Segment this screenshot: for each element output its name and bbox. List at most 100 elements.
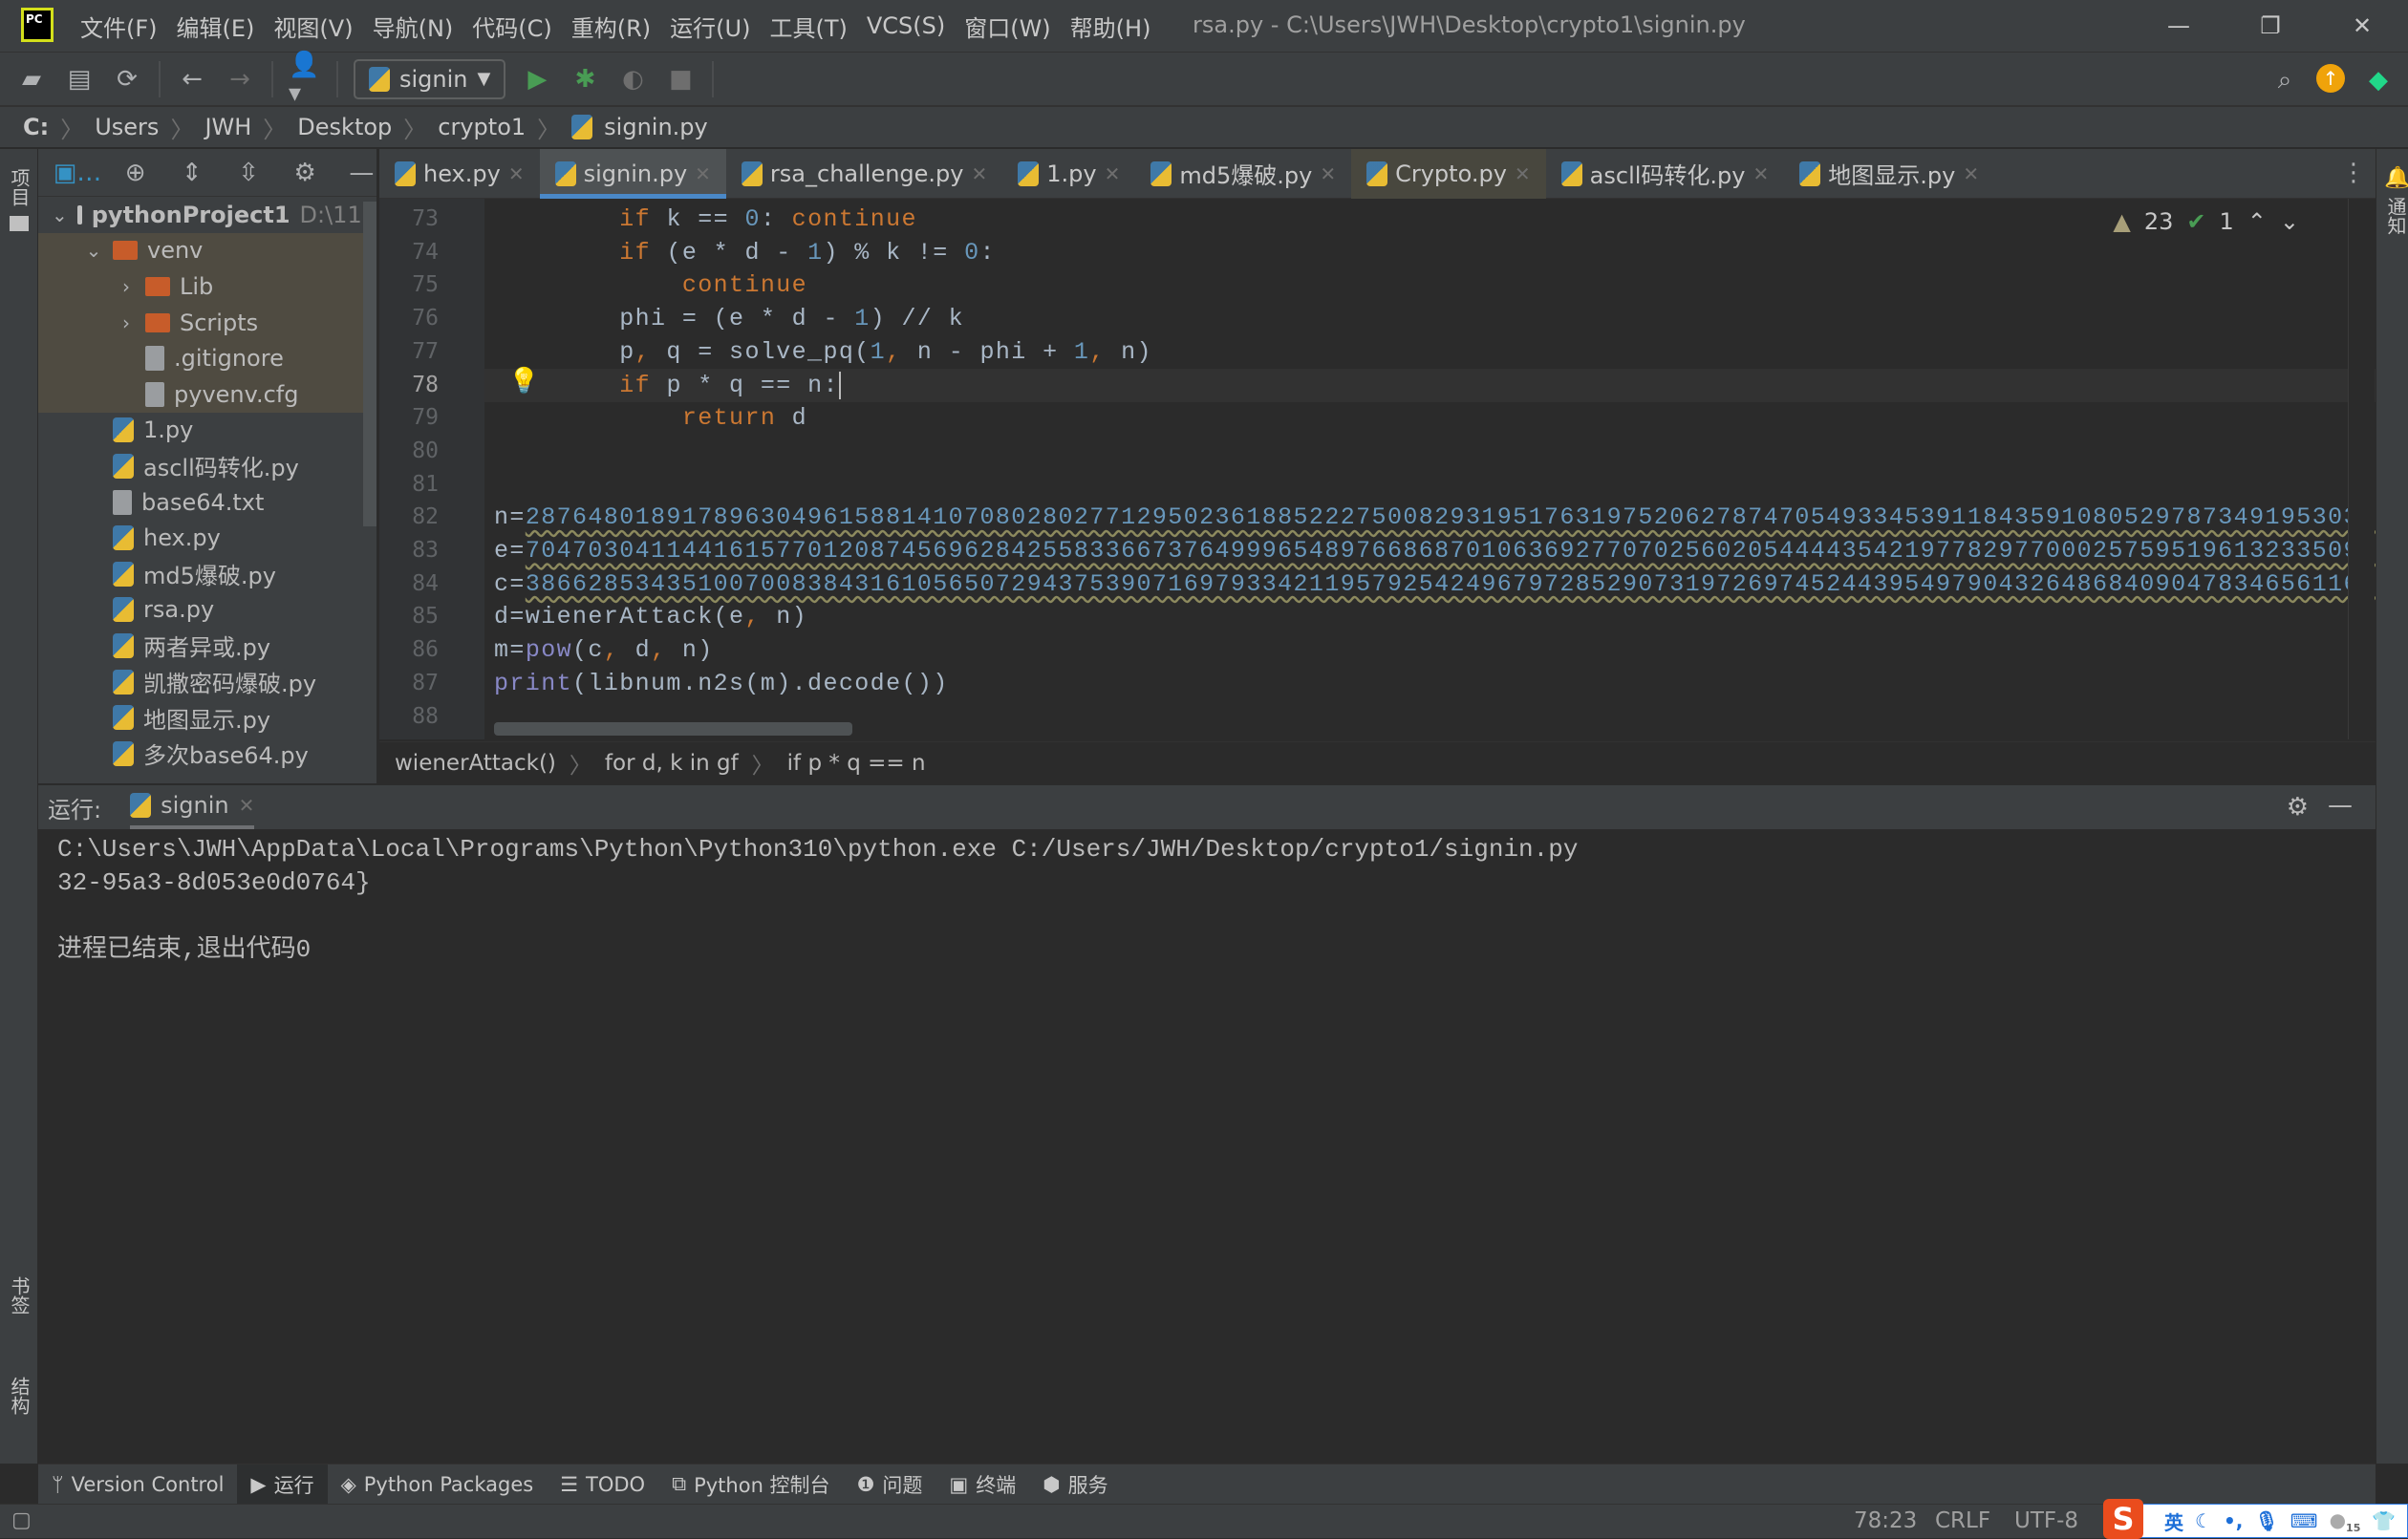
moon-icon[interactable]: ☾ — [2195, 1509, 2212, 1532]
chevron-up-icon[interactable]: ⌃ — [2247, 208, 2267, 235]
close-button[interactable]: ✕ — [2316, 12, 2408, 39]
collapse-all-icon[interactable]: ⇳ — [233, 157, 263, 189]
save-icon[interactable]: ▤ — [63, 63, 96, 96]
tool-window-layers[interactable]: ◈ Python Packages — [328, 1464, 548, 1505]
tool-window-list[interactable]: ☰ TODO — [547, 1464, 658, 1505]
maximize-button[interactable]: ❐ — [2225, 12, 2316, 39]
menu-item[interactable]: VCS(S) — [867, 12, 945, 39]
tool-window-problems[interactable]: ❶ 问题 — [844, 1464, 936, 1505]
hide-icon[interactable]: — — [2328, 791, 2353, 820]
run-icon[interactable]: ▶ — [521, 63, 553, 96]
tab-1-py[interactable]: 1.py ✕ — [1002, 149, 1135, 199]
gear-icon[interactable]: ⚙ — [2287, 793, 2309, 822]
microphone-icon[interactable]: 🎙 — [2254, 1509, 2278, 1532]
tree-scrollbar[interactable] — [363, 202, 376, 526]
notifications-tool-button[interactable]: 通知 — [2382, 197, 2408, 235]
menu-item[interactable]: 运行(U) — [670, 10, 750, 43]
error-stripe[interactable] — [2348, 199, 2375, 739]
menu-item[interactable]: 编辑(E) — [177, 10, 255, 43]
close-icon[interactable]: ✕ — [1515, 162, 1531, 185]
menu-item[interactable]: 窗口(W) — [964, 10, 1050, 43]
tab--py[interactable]: 地图显示.py ✕ — [1784, 149, 1994, 199]
breadcrumb-item[interactable]: wienerAttack() — [395, 751, 556, 776]
chevron-down-icon[interactable]: ⌄ — [2280, 208, 2299, 235]
close-icon[interactable]: ✕ — [508, 162, 525, 185]
tree-item[interactable]: 凯撒密码爆破.py — [38, 664, 376, 700]
back-icon[interactable]: ← — [176, 63, 208, 96]
tool-window-services[interactable]: ⬢ 服务 — [1029, 1464, 1121, 1505]
stop-icon[interactable]: ■ — [664, 63, 697, 96]
tab-signin-py[interactable]: signin.py ✕ — [539, 148, 727, 199]
code-editor[interactable]: 73 74 75 76 77 78 79 80 81 82 83 84 85 86 87 88 if k ==… — [379, 199, 2376, 739]
nav-crumb[interactable]: JWH — [204, 114, 251, 140]
tool-window-python[interactable]: ⧉ Python 控制台 — [658, 1464, 843, 1505]
hide-icon[interactable]: — — [347, 157, 376, 189]
run-tab[interactable]: signin ✕ — [130, 785, 255, 829]
inspection-widget[interactable]: ▲ 23 ✔ 1 ⌃ ⌄ — [2113, 208, 2299, 235]
tree-item[interactable]: md5爆破.py — [38, 556, 376, 592]
caret-position[interactable]: 78:23 — [1854, 1508, 1917, 1533]
close-icon[interactable]: ✕ — [1752, 162, 1769, 185]
nav-crumb[interactable]: signin.py — [604, 114, 708, 140]
file-encoding[interactable]: UTF-8 — [2014, 1508, 2078, 1533]
user-icon[interactable]: 👤▾ — [289, 51, 321, 108]
minimize-button[interactable]: — — [2133, 12, 2225, 39]
tab-rsa_challenge-py[interactable]: rsa_challenge.py ✕ — [726, 149, 1002, 199]
tab-Crypto-py[interactable]: Crypto.py ✕ — [1351, 148, 1546, 199]
tree-item[interactable]: 两者异或.py — [38, 628, 376, 664]
tree-item[interactable]: ⌄ venv — [38, 232, 376, 269]
debug-icon[interactable]: ✱ — [569, 63, 601, 96]
chevron-right-icon[interactable]: › — [117, 311, 136, 334]
open-icon[interactable]: ▰ — [15, 63, 48, 96]
close-icon[interactable]: ✕ — [695, 162, 711, 185]
shirt-icon[interactable]: 👕 — [2372, 1509, 2396, 1532]
tool-window-run[interactable]: ▶ 运行 — [237, 1464, 328, 1505]
toggle-panels-icon[interactable]: ▢ — [11, 1508, 32, 1532]
update-icon[interactable]: ↑ — [2316, 64, 2345, 93]
menu-item[interactable]: 工具(T) — [769, 10, 847, 43]
chevron-down-icon[interactable]: ⌄ — [84, 239, 103, 262]
menu-item[interactable]: 视图(V) — [273, 10, 353, 43]
horizontal-scrollbar[interactable] — [494, 722, 852, 736]
chevron-down-icon[interactable]: ⌄ — [52, 203, 68, 226]
forward-icon[interactable]: → — [224, 63, 256, 96]
jetbrains-icon[interactable]: ◆ — [2362, 64, 2395, 96]
menu-item[interactable]: 重构(R) — [571, 10, 651, 43]
structure-tool-button[interactable]: 结构 — [6, 1377, 33, 1415]
close-icon[interactable]: ✕ — [972, 162, 988, 185]
nav-crumb[interactable]: crypto1 — [438, 114, 526, 140]
tree-item[interactable]: .gitignore — [38, 340, 376, 376]
chevron-right-icon[interactable]: › — [117, 275, 136, 298]
tool-window-terminal[interactable]: ▣ 终端 — [935, 1464, 1029, 1505]
breadcrumb-item[interactable]: if p * q == n — [787, 751, 926, 776]
tree-item[interactable]: ⌄ pythonProject1 D:\112 — [38, 197, 376, 233]
run-console[interactable]: C:\Users\JWH\AppData\Local\Programs\Pyth… — [38, 829, 2376, 1464]
expand-all-icon[interactable]: ⇕ — [177, 157, 206, 189]
nav-crumb[interactable]: Users — [95, 114, 159, 140]
menu-item[interactable]: 代码(C) — [472, 10, 551, 43]
menu-item[interactable]: 导航(N) — [373, 10, 454, 43]
bookmarks-tool-button[interactable]: 书签 — [6, 1276, 33, 1315]
punctuation-icon[interactable]: •, — [2224, 1509, 2243, 1532]
locate-icon[interactable]: ⊕ — [120, 157, 150, 189]
close-icon[interactable]: ✕ — [1105, 162, 1121, 185]
lightbulb-icon[interactable]: 💡 — [508, 367, 539, 395]
close-icon[interactable]: ✕ — [1963, 162, 1979, 185]
nav-crumb[interactable]: C: — [23, 114, 49, 140]
tree-item[interactable]: base64.txt — [38, 484, 376, 521]
tool-window-branch[interactable]: ᛘ Version Control — [38, 1464, 237, 1505]
tree-item[interactable]: › Lib — [38, 268, 376, 305]
tree-item[interactable]: › Scripts — [38, 304, 376, 341]
tree-item[interactable]: pyvenv.cfg — [38, 375, 376, 413]
tree-item[interactable]: 多次base64.py — [38, 736, 376, 772]
ime-mode[interactable]: 英 — [2164, 1507, 2183, 1535]
project-view-icon[interactable]: ▣… — [54, 157, 102, 189]
tree-item[interactable]: 1.py — [38, 413, 376, 449]
tab-hex-py[interactable]: hex.py ✕ — [379, 149, 540, 199]
keyboard-icon[interactable]: ⌨ — [2290, 1509, 2318, 1532]
close-icon[interactable]: ✕ — [1320, 162, 1336, 185]
tab-md5-py[interactable]: md5爆破.py ✕ — [1135, 149, 1351, 199]
line-separator[interactable]: CRLF — [1935, 1508, 1990, 1533]
breadcrumb-item[interactable]: for d, k in gf — [605, 751, 739, 776]
search-icon[interactable]: ⌕ — [2268, 64, 2301, 96]
